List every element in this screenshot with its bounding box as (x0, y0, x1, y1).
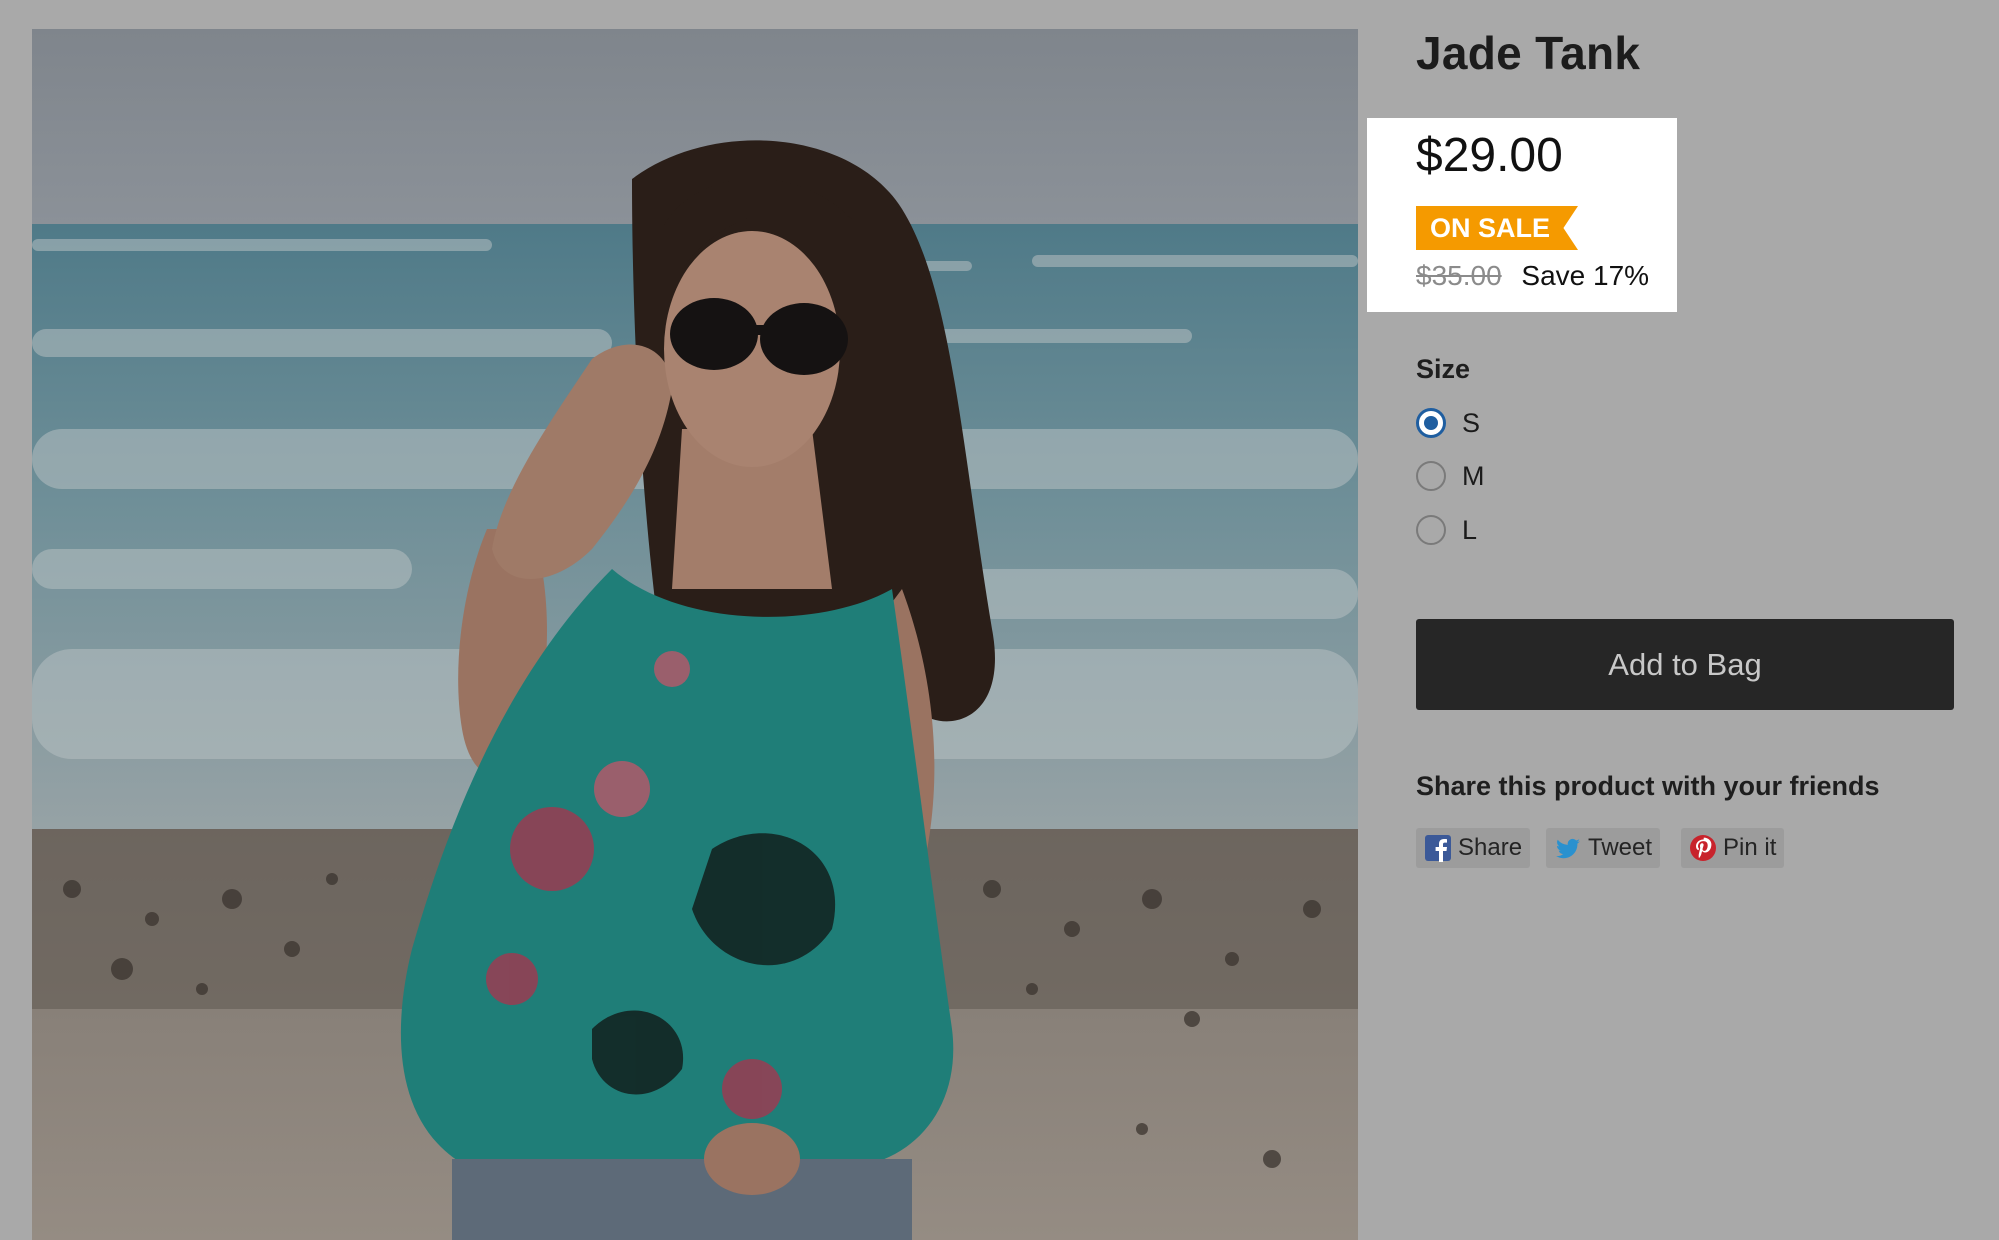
product-photo-illustration (32, 29, 1358, 1240)
product-title: Jade Tank (1416, 27, 1641, 79)
tweet-label: Tweet (1588, 834, 1653, 861)
size-label: Size (1416, 354, 1471, 384)
size-option-m[interactable]: M (1416, 458, 1485, 494)
size-option-label: S (1462, 407, 1481, 438)
price-highlight-box: $29.00 ON SALE $35.00 Save 17% (1367, 118, 1677, 312)
pinterest-pin-button[interactable]: Pin it (1681, 828, 1785, 868)
facebook-icon (1425, 835, 1451, 862)
share-heading: Share this product with your friends (1416, 771, 1880, 801)
twitter-tweet-button[interactable]: Tweet (1546, 828, 1661, 868)
current-price: $29.00 (1416, 129, 1563, 182)
product-image (32, 29, 1358, 1240)
radio-unselected-icon[interactable] (1416, 461, 1446, 491)
add-to-bag-button[interactable]: Add to Bag (1416, 619, 1954, 710)
pinterest-icon (1690, 835, 1716, 861)
size-option-l[interactable]: L (1416, 512, 1477, 548)
savings-text: Save 17% (1521, 260, 1650, 291)
radio-selected-icon[interactable] (1416, 408, 1446, 438)
share-label: Share (1458, 834, 1523, 861)
radio-unselected-icon[interactable] (1416, 515, 1446, 545)
pin-it-label: Pin it (1723, 834, 1777, 861)
facebook-share-button[interactable]: Share (1416, 828, 1531, 868)
size-option-s[interactable]: S (1416, 405, 1480, 441)
size-option-label: L (1462, 514, 1478, 545)
twitter-icon (1556, 838, 1580, 859)
size-option-label: M (1462, 460, 1485, 491)
on-sale-badge: ON SALE (1416, 206, 1579, 250)
compare-price-row: $35.00 Save 17% (1416, 260, 1649, 292)
compare-at-price: $35.00 (1416, 260, 1502, 291)
